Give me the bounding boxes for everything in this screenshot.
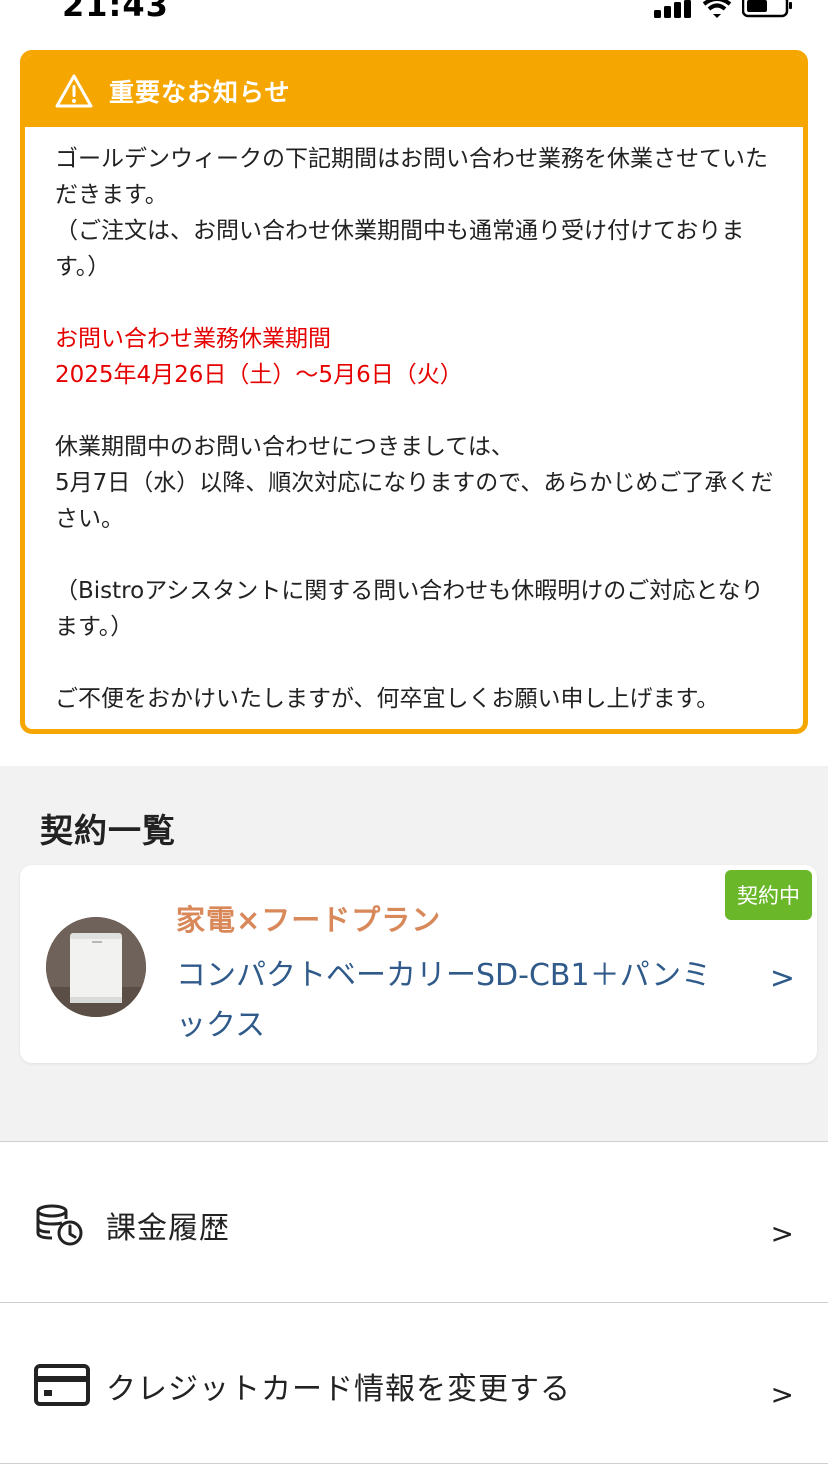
menu-item-credit-card[interactable]: クレジットカード情報を変更する > <box>0 1304 828 1464</box>
menu-item-label: クレジットカード情報を変更する <box>106 1372 571 1407</box>
wifi-icon <box>702 0 732 18</box>
menu-item-label: 課金履歴 <box>106 1211 230 1246</box>
cellular-signal-icon <box>654 0 691 18</box>
chevron-right-icon: > <box>770 1217 794 1250</box>
contract-card[interactable]: 契約中 家電×フードプラン コンパクトベーカリーSD-CB1＋パンミックス > <box>20 865 817 1063</box>
notice-paragraph-apology: ご不便をおかけいたしますが、何卒宜しくお願い申し上げます。 <box>55 686 720 712</box>
notice-paragraph-bistro: （Bistroアシスタントに関する問い合わせも休暇明けのご対応となります。） <box>55 578 764 640</box>
notice-paragraph-followup: 休業期間中のお問い合わせにつきましては、 5月7日（水）以降、順次対応になります… <box>55 434 774 532</box>
chevron-right-icon: > <box>769 961 795 996</box>
status-bar: 21:43 <box>0 0 828 28</box>
credit-card-icon <box>34 1364 90 1412</box>
notice-paragraph-intro: ゴールデンウィークの下記期間はお問い合わせ業務を休業させていただきます。 （ご注… <box>55 146 768 280</box>
notice-body: ゴールデンウィークの下記期間はお問い合わせ業務を休業させていただきます。 （ご注… <box>25 127 803 717</box>
battery-icon <box>742 0 792 18</box>
closure-dates: 2025年4月26日（土）〜5月6日（火） <box>55 362 463 388</box>
menu-item-billing-history[interactable]: 課金履歴 > <box>0 1143 828 1303</box>
status-time: 21:43 <box>62 0 169 24</box>
notice-closure-period: お問い合わせ業務休業期間 2025年4月26日（土）〜5月6日（火） <box>55 321 775 393</box>
notice-title: 重要なお知らせ <box>109 78 291 107</box>
contracts-section: 契約一覧 契約中 家電×フードプラン コンパクトベーカリーSD-CB1＋パンミッ… <box>0 766 828 1142</box>
product-name: コンパクトベーカリーSD-CB1＋パンミックス <box>176 958 712 1043</box>
plan-name: 家電×フードプラン <box>176 903 442 937</box>
status-icons <box>654 0 794 18</box>
closure-label: お問い合わせ業務休業期間 <box>55 326 331 352</box>
chevron-right-icon: > <box>770 1378 794 1411</box>
bakery-machine-image <box>46 917 146 1017</box>
notice-header: 重要なお知らせ <box>25 55 803 127</box>
warning-icon <box>55 74 93 108</box>
important-notice: 重要なお知らせ ゴールデンウィークの下記期間はお問い合わせ業務を休業させていただ… <box>20 50 808 734</box>
status-badge: 契約中 <box>725 870 812 920</box>
contracts-section-title: 契約一覧 <box>40 811 176 850</box>
billing-history-icon <box>34 1203 86 1251</box>
product-image <box>46 917 146 1017</box>
